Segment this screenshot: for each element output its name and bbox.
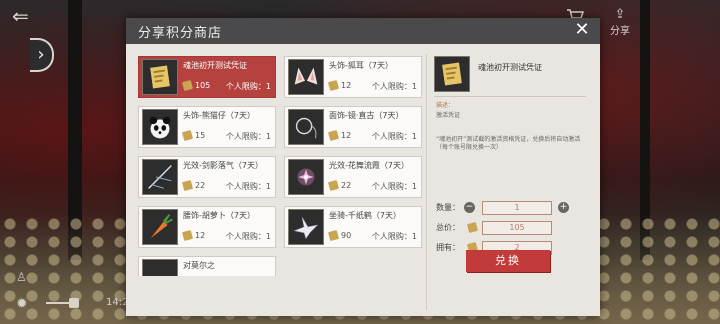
shop-item[interactable]: 光效-花舞流霞（7天） 22 个人限购：1 <box>284 156 422 198</box>
panel-title: 分享积分商店 <box>138 26 223 41</box>
points-coin-icon <box>466 221 479 234</box>
panda-icon <box>142 109 178 145</box>
item-name: 腰饰-胡萝卜（7天） <box>183 211 255 220</box>
points-coin-icon <box>327 129 340 142</box>
voucher-icon <box>142 59 178 95</box>
shop-panel: 分享积分商店 ✕ 魂池初开测试凭证 105 个人限购：1 头饰-狐耳（7天） 1… <box>126 18 600 316</box>
points-coin-icon <box>181 229 194 242</box>
shop-item[interactable]: 魂池初开测试凭证 105 个人限购：1 <box>138 56 276 98</box>
item-price: 105 <box>195 81 211 90</box>
share-icon: ⇪ <box>614 7 626 22</box>
item-name: 坐骑-千纸鹤（7天） <box>329 211 401 220</box>
redeem-button[interactable]: 兑换 <box>466 250 550 272</box>
item-name: 光效-剑影落气（7天） <box>183 161 263 170</box>
quantity-field[interactable]: 1 <box>482 201 552 215</box>
points-coin-icon <box>181 129 194 142</box>
voucher-icon <box>434 56 470 92</box>
item-limit: 个人限购：1 <box>371 132 417 141</box>
item-grid[interactable]: 魂池初开测试凭证 105 个人限购：1 头饰-狐耳（7天） 12 个人限购：1 … <box>138 56 424 276</box>
total-price-label: 总价： <box>436 223 460 232</box>
carrot-icon <box>142 209 178 245</box>
item-name: 头饰-熊猫仔（7天） <box>183 111 255 120</box>
item-price: 15 <box>195 131 206 140</box>
item-price: 22 <box>195 181 206 190</box>
shop-item[interactable]: 头饰-熊猫仔（7天） 15 个人限购：1 <box>138 106 276 148</box>
item-price: 22 <box>341 181 352 190</box>
detail-description: “魂池初开”测试截的激活资格凭证，兑换后将自动激活（每个账号限兑换一次） <box>436 136 581 151</box>
item-limit: 个人限购：1 <box>225 182 271 191</box>
points-coin-icon <box>181 179 194 192</box>
item-name: 面饰-镜·直古（7天） <box>329 111 404 120</box>
item-price: 12 <box>341 81 352 90</box>
shop-item[interactable]: 坐骑-千纸鹤（7天） 90 个人限购：1 <box>284 206 422 248</box>
share-button[interactable]: ⇪ 分享 <box>606 7 634 38</box>
brightness-slider[interactable] <box>46 298 79 308</box>
shop-item[interactable]: 面饰-镜·直古（7天） 12 个人限购：1 <box>284 106 422 148</box>
quantity-increase-button[interactable]: + <box>558 202 569 213</box>
shop-item[interactable]: 腰饰-胡萝卜（7天） 12 个人限购：1 <box>138 206 276 248</box>
item-limit: 个人限购：1 <box>371 82 417 91</box>
detail-item-name: 魂池初开测试凭证 <box>478 63 542 72</box>
item-limit: 个人限购：1 <box>371 182 417 191</box>
points-coin-icon <box>327 79 340 92</box>
quantity-decrease-button[interactable]: − <box>464 202 475 213</box>
detail-separator <box>434 96 586 97</box>
item-limit: 个人限购：1 <box>225 132 271 141</box>
flower-light-icon <box>288 159 324 195</box>
item-name: 对莫尔之 <box>183 261 215 270</box>
points-coin-icon <box>327 229 340 242</box>
back-arrow-icon[interactable]: ⇐ <box>12 6 34 26</box>
item-name: 光效-花舞流霞（7天） <box>329 161 409 170</box>
item-price: 12 <box>195 231 206 240</box>
shop-item[interactable]: 光效-剑影落气（7天） 22 个人限购：1 <box>138 156 276 198</box>
brightness-icon[interactable]: ✹ <box>16 296 28 312</box>
sword-light-icon <box>142 159 178 195</box>
character-icon[interactable]: ♙ <box>16 270 27 284</box>
item-price: 90 <box>341 231 352 240</box>
owned-label: 拥有： <box>436 243 460 252</box>
item-limit: 个人限购：1 <box>225 82 271 91</box>
total-price-field: 105 <box>482 221 552 235</box>
close-button[interactable]: ✕ <box>572 20 592 40</box>
share-label: 分享 <box>610 26 630 37</box>
item-thumbnail-icon <box>142 259 178 276</box>
points-coin-icon <box>181 79 194 92</box>
quantity-label: 数量： <box>436 203 460 212</box>
paper-crane-icon <box>288 209 324 245</box>
points-coin-icon <box>327 179 340 192</box>
monocle-icon <box>288 109 324 145</box>
shop-item[interactable]: 头饰-狐耳（7天） 12 个人限购：1 <box>284 56 422 98</box>
item-name: 头饰-狐耳（7天） <box>329 61 393 70</box>
item-price: 12 <box>341 131 352 140</box>
item-limit: 个人限购：1 <box>225 232 271 241</box>
panel-header: 分享积分商店 ✕ <box>126 18 600 44</box>
item-limit: 个人限购：1 <box>371 232 417 241</box>
pane-divider <box>426 54 427 310</box>
fox-ears-icon <box>288 59 324 95</box>
shop-item[interactable]: 对莫尔之 <box>138 256 276 276</box>
detail-type-value: 激活凭证 <box>436 112 461 119</box>
item-name: 魂池初开测试凭证 <box>183 61 247 70</box>
detail-type-label: 描述： <box>436 102 455 109</box>
expand-chevron-icon[interactable]: › <box>30 38 54 72</box>
